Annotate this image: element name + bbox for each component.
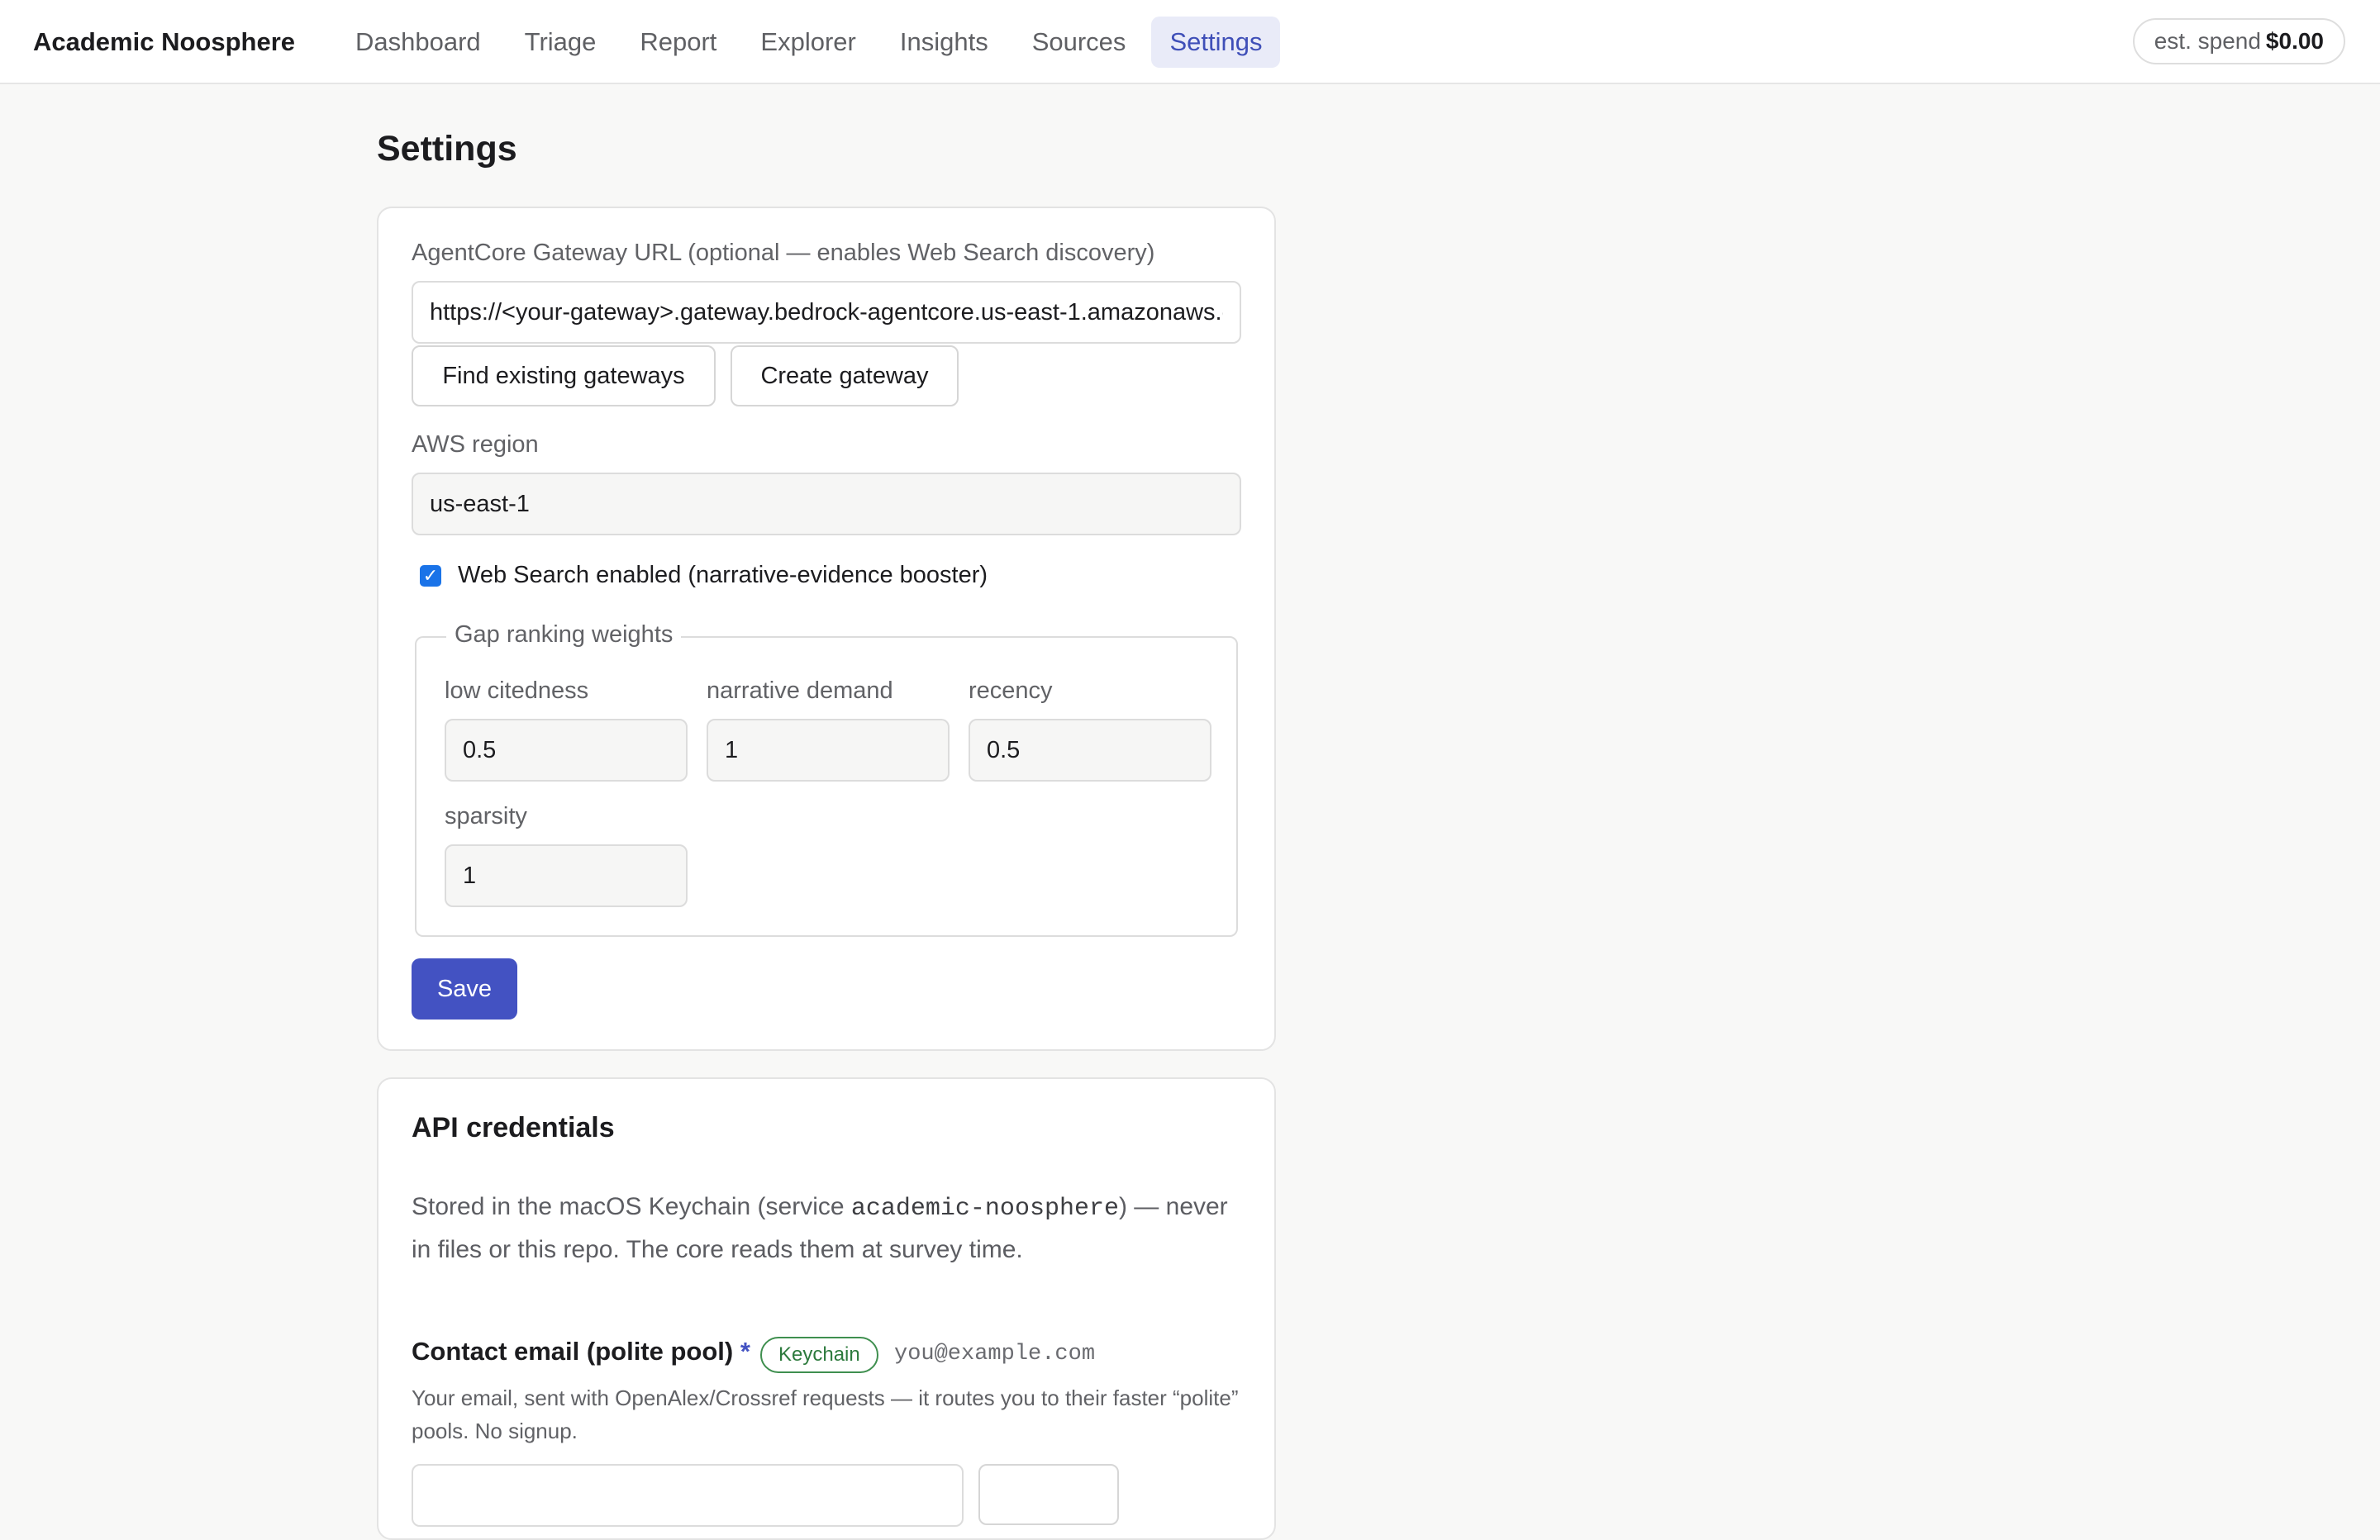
keychain-service-name: academic-noosphere	[850, 1195, 1119, 1223]
low-citedness-label: low citedness	[445, 677, 589, 704]
page-title: Settings	[377, 129, 517, 169]
settings-card: AgentCore Gateway URL (optional — enable…	[377, 207, 1276, 1051]
aws-region-label: AWS region	[412, 431, 539, 458]
keychain-badge: Keychain	[760, 1337, 878, 1373]
replace-email-button[interactable]	[978, 1464, 1119, 1525]
contact-email-label-text: Contact email (polite pool)	[412, 1337, 734, 1366]
aws-region-input[interactable]	[412, 473, 1241, 535]
spend-label: est. spend	[2154, 28, 2261, 54]
api-credentials-card: API credentials Stored in the macOS Keyc…	[377, 1077, 1276, 1540]
contact-email-help: Your email, sent with OpenAlex/Crossref …	[412, 1386, 1239, 1443]
create-gateway-button[interactable]: Create gateway	[731, 345, 959, 406]
narrative-demand-label: narrative demand	[707, 677, 893, 704]
web-search-checkbox[interactable]: ✓	[420, 565, 441, 587]
contact-email-input[interactable]	[412, 1464, 964, 1527]
low-citedness-input[interactable]	[445, 719, 688, 782]
contact-email-label: Contact email (polite pool) *	[412, 1337, 750, 1367]
nav-dashboard[interactable]: Dashboard	[337, 17, 499, 68]
nav-triage[interactable]: Triage	[507, 17, 615, 68]
spend-value: $0.00	[2265, 28, 2324, 54]
description-text-start: Stored in the macOS Keychain (service	[412, 1193, 851, 1220]
narrative-demand-input[interactable]	[707, 719, 950, 782]
recency-label: recency	[969, 677, 1053, 704]
gateway-url-label: AgentCore Gateway URL (optional — enable…	[412, 240, 1155, 266]
sparsity-label: sparsity	[445, 803, 527, 829]
app-brand[interactable]: Academic Noosphere	[33, 23, 295, 61]
nav-settings[interactable]: Settings	[1151, 17, 1281, 68]
top-nav-bar: Academic Noosphere Dashboard Triage Repo…	[0, 0, 2380, 84]
gap-weights-legend: Gap ranking weights	[446, 621, 682, 649]
recency-input[interactable]	[969, 719, 1211, 782]
api-credentials-description: Stored in the macOS Keychain (service ac…	[412, 1186, 1246, 1271]
find-gateways-button[interactable]: Find existing gateways	[412, 345, 716, 406]
nav-sources[interactable]: Sources	[1014, 17, 1145, 68]
web-search-label: Web Search enabled (narrative-evidence b…	[458, 562, 988, 588]
api-credentials-title: API credentials	[412, 1112, 615, 1143]
main-nav: Dashboard Triage Report Explorer Insight…	[337, 17, 1288, 68]
save-button[interactable]: Save	[412, 958, 517, 1020]
spend-badge: est. spend $0.00	[2132, 18, 2345, 64]
stored-email-value: you@example.com	[894, 1342, 1096, 1367]
gateway-url-input[interactable]	[412, 281, 1241, 344]
nav-report[interactable]: Report	[621, 17, 735, 68]
sparsity-input[interactable]	[445, 844, 688, 907]
required-marker: *	[740, 1337, 750, 1366]
nav-insights[interactable]: Insights	[882, 17, 1007, 68]
nav-explorer[interactable]: Explorer	[742, 17, 873, 68]
